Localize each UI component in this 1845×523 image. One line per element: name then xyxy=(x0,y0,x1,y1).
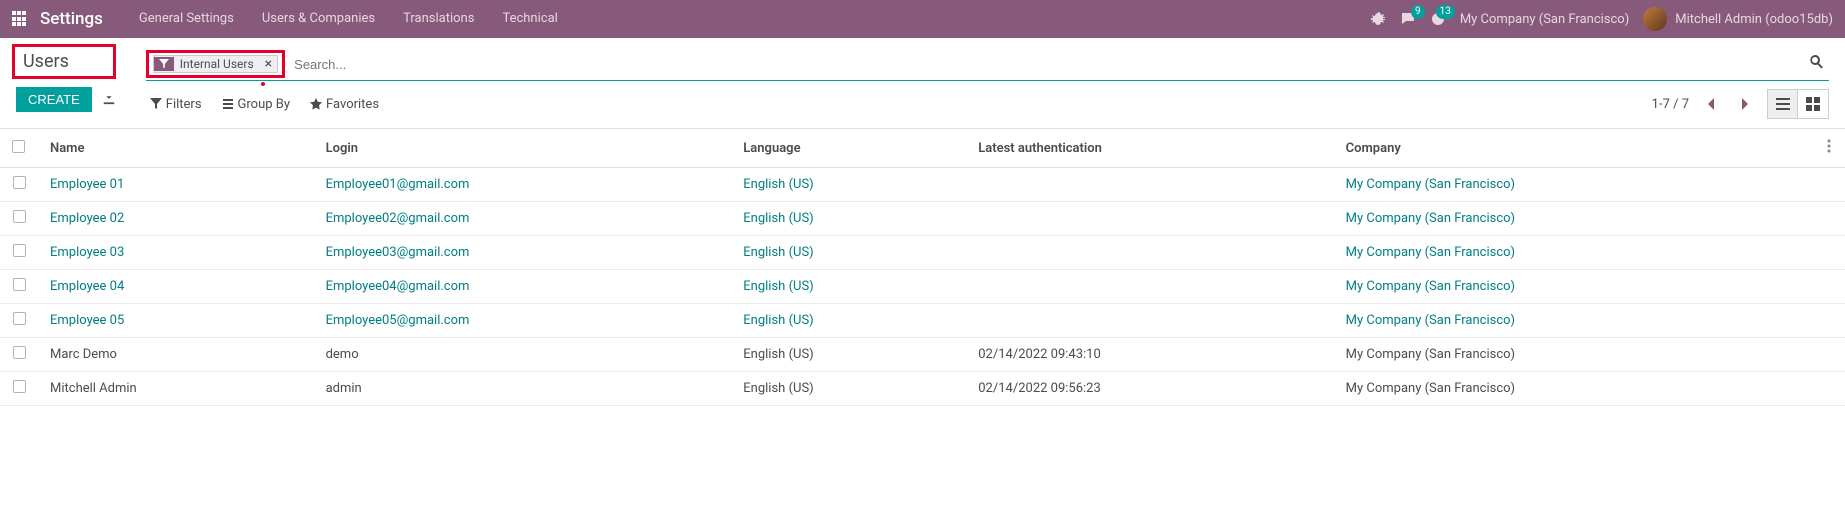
activities-badge: 13 xyxy=(1436,5,1455,19)
cell-name[interactable]: Mitchell Admin xyxy=(38,372,314,406)
cell-company[interactable]: My Company (San Francisco) xyxy=(1334,236,1815,270)
table-row[interactable]: Employee 05Employee05@gmail.comEnglish (… xyxy=(0,304,1845,338)
activities-icon[interactable]: 13 xyxy=(1430,11,1446,27)
col-name[interactable]: Name xyxy=(38,129,314,168)
cell-language[interactable]: English (US) xyxy=(731,304,966,338)
cell-company[interactable]: My Company (San Francisco) xyxy=(1334,270,1815,304)
table-row[interactable]: Employee 04Employee04@gmail.comEnglish (… xyxy=(0,270,1845,304)
pager-text[interactable]: 1-7 / 7 xyxy=(1652,97,1689,112)
pager-prev-icon[interactable] xyxy=(1699,92,1723,116)
cell-language[interactable]: English (US) xyxy=(731,372,966,406)
cell-name[interactable]: Employee 04 xyxy=(38,270,314,304)
messaging-icon[interactable]: 9 xyxy=(1400,11,1416,27)
row-checkbox[interactable] xyxy=(13,380,26,393)
cell-latest-auth xyxy=(966,168,1333,202)
debug-icon[interactable] xyxy=(1370,11,1386,27)
apps-menu-icon[interactable] xyxy=(12,11,28,27)
messaging-badge: 9 xyxy=(1411,5,1425,19)
create-button[interactable]: CREATE xyxy=(16,87,92,112)
row-checkbox[interactable] xyxy=(13,278,26,291)
group-by-button[interactable]: Group By xyxy=(222,97,291,112)
col-company[interactable]: Company xyxy=(1334,129,1815,168)
cell-language[interactable]: English (US) xyxy=(731,168,966,202)
cell-name[interactable]: Employee 05 xyxy=(38,304,314,338)
row-checkbox[interactable] xyxy=(13,346,26,359)
row-checkbox[interactable] xyxy=(13,210,26,223)
row-checkbox[interactable] xyxy=(13,244,26,257)
facet-remove-icon[interactable]: × xyxy=(260,56,277,72)
cell-latest-auth: 02/14/2022 09:43:10 xyxy=(966,338,1333,372)
cell-login[interactable]: Employee05@gmail.com xyxy=(314,304,732,338)
col-options[interactable] xyxy=(1815,129,1845,168)
row-checkbox[interactable] xyxy=(13,312,26,325)
table-row[interactable]: Employee 03Employee03@gmail.comEnglish (… xyxy=(0,236,1845,270)
menu-general-settings[interactable]: General Settings xyxy=(125,0,248,38)
row-checkbox[interactable] xyxy=(13,176,26,189)
users-table: Name Login Language Latest authenticatio… xyxy=(0,128,1845,406)
cell-login[interactable]: Employee01@gmail.com xyxy=(314,168,732,202)
cell-language[interactable]: English (US) xyxy=(731,202,966,236)
annotation-dot xyxy=(261,82,265,86)
cell-language[interactable]: English (US) xyxy=(731,236,966,270)
cell-login[interactable]: demo xyxy=(314,338,732,372)
pager: 1-7 / 7 xyxy=(1652,92,1757,116)
user-menu[interactable]: Mitchell Admin (odoo15db) xyxy=(1643,7,1833,31)
kanban-view-icon[interactable] xyxy=(1798,90,1828,118)
favorites-button[interactable]: Favorites xyxy=(310,97,379,112)
cell-latest-auth xyxy=(966,304,1333,338)
user-name: Mitchell Admin (odoo15db) xyxy=(1675,12,1833,27)
cell-login[interactable]: Employee04@gmail.com xyxy=(314,270,732,304)
select-all-checkbox[interactable] xyxy=(12,140,25,153)
app-name[interactable]: Settings xyxy=(40,9,103,29)
pager-next-icon[interactable] xyxy=(1733,92,1757,116)
table-row[interactable]: Employee 02Employee02@gmail.comEnglish (… xyxy=(0,202,1845,236)
cell-company[interactable]: My Company (San Francisco) xyxy=(1334,338,1815,372)
cell-company[interactable]: My Company (San Francisco) xyxy=(1334,372,1815,406)
search-facet: Internal Users × xyxy=(153,55,278,73)
cell-company[interactable]: My Company (San Francisco) xyxy=(1334,304,1815,338)
select-all-col xyxy=(0,129,38,168)
table-row[interactable]: Employee 01Employee01@gmail.comEnglish (… xyxy=(0,168,1845,202)
menu-users-companies[interactable]: Users & Companies xyxy=(248,0,389,38)
table-row[interactable]: Marc DemodemoEnglish (US)02/14/2022 09:4… xyxy=(0,338,1845,372)
import-icon[interactable] xyxy=(102,91,116,109)
avatar xyxy=(1643,7,1667,31)
company-switcher[interactable]: My Company (San Francisco) xyxy=(1460,12,1629,27)
filter-icon xyxy=(154,57,174,71)
cell-language[interactable]: English (US) xyxy=(731,270,966,304)
cell-company[interactable]: My Company (San Francisco) xyxy=(1334,202,1815,236)
cell-language[interactable]: English (US) xyxy=(731,338,966,372)
search-input[interactable] xyxy=(291,54,1805,75)
filters-button[interactable]: Filters xyxy=(150,97,202,112)
menu-technical[interactable]: Technical xyxy=(488,0,571,38)
search-bar[interactable]: Internal Users × xyxy=(146,50,1829,81)
col-login[interactable]: Login xyxy=(314,129,732,168)
cell-latest-auth xyxy=(966,202,1333,236)
col-language[interactable]: Language xyxy=(731,129,966,168)
list-view-icon[interactable] xyxy=(1768,90,1798,118)
cell-name[interactable]: Employee 01 xyxy=(38,168,314,202)
facet-label: Internal Users xyxy=(174,57,260,71)
menu-translations[interactable]: Translations xyxy=(389,0,488,38)
main-nav: Settings General Settings Users & Compan… xyxy=(0,0,1845,38)
cell-login[interactable]: Employee03@gmail.com xyxy=(314,236,732,270)
table-row[interactable]: Mitchell AdminadminEnglish (US)02/14/202… xyxy=(0,372,1845,406)
view-switcher xyxy=(1767,89,1829,119)
cell-name[interactable]: Employee 02 xyxy=(38,202,314,236)
search-icon[interactable] xyxy=(1805,54,1829,74)
cell-company[interactable]: My Company (San Francisco) xyxy=(1334,168,1815,202)
cell-latest-auth xyxy=(966,236,1333,270)
cell-latest-auth xyxy=(966,270,1333,304)
cell-name[interactable]: Employee 03 xyxy=(38,236,314,270)
col-latest-auth[interactable]: Latest authentication xyxy=(966,129,1333,168)
page-title: Users xyxy=(12,44,116,79)
cell-login[interactable]: admin xyxy=(314,372,732,406)
cell-name[interactable]: Marc Demo xyxy=(38,338,314,372)
cell-latest-auth: 02/14/2022 09:56:23 xyxy=(966,372,1333,406)
search-facet-highlight: Internal Users × xyxy=(146,50,285,78)
kebab-icon xyxy=(1827,142,1831,157)
cell-login[interactable]: Employee02@gmail.com xyxy=(314,202,732,236)
